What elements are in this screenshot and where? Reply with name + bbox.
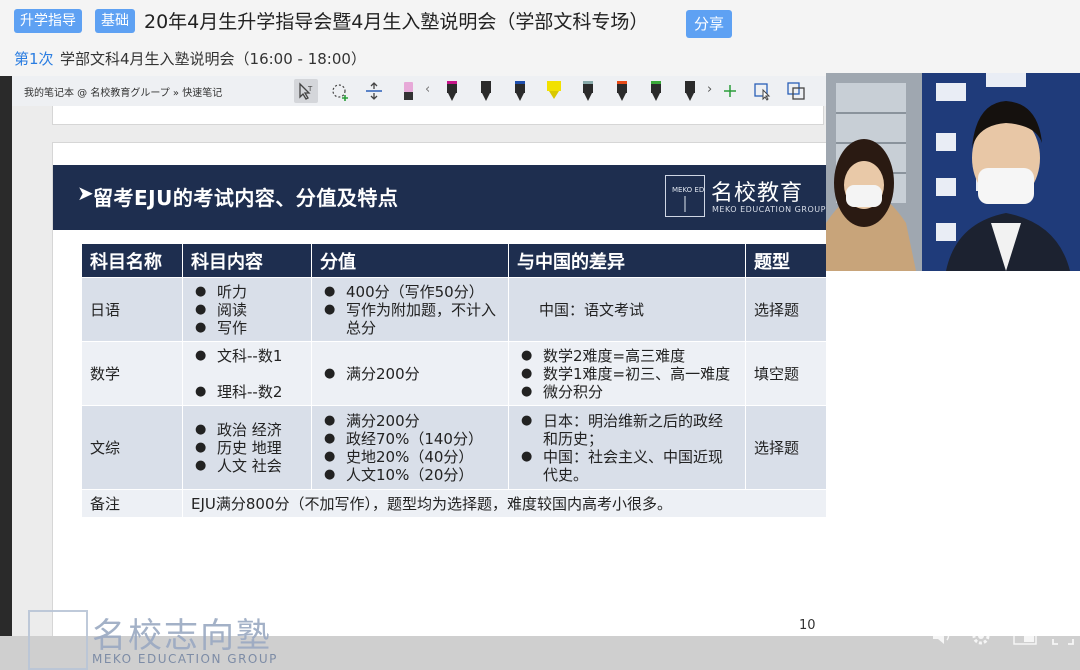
fullscreen-icon[interactable]: [1050, 625, 1076, 647]
header-content: 科目内容: [182, 243, 312, 278]
highlighter-icon[interactable]: [542, 79, 566, 103]
header-score: 分值: [311, 243, 509, 278]
header-type: 题型: [745, 243, 839, 278]
level-tag: 基础: [95, 9, 135, 33]
list-item: 数学1难度=初三、高一难度: [521, 365, 737, 383]
list-item: 中国：社会主义、中国近现代史。: [521, 448, 737, 484]
class-title: 20年4月生升学指导会暨4月生入塾说明会（学部文科专场）: [144, 11, 649, 33]
list-item: 人文 社会: [195, 457, 303, 475]
session-number: 第1次: [14, 50, 54, 68]
cell-content: 政治 经济 历史 地理 人文 社会: [182, 405, 312, 490]
cell-subject: 文综: [81, 405, 183, 490]
list-item: 政经70%（140分）: [324, 430, 500, 448]
scroll-right-chevron-icon[interactable]: ›: [707, 82, 712, 97]
list-item: 史地20%（40分）: [324, 448, 500, 466]
pen-icon[interactable]: [610, 79, 634, 103]
picture-in-picture-icon[interactable]: [1012, 625, 1038, 647]
insert-space-icon[interactable]: [362, 79, 386, 103]
pen-icon[interactable]: [474, 79, 498, 103]
list-item: 微分积分: [521, 383, 737, 401]
list-item: 400分（写作50分）: [324, 283, 500, 301]
lasso-add-icon[interactable]: [328, 79, 352, 103]
meko-logo-icon: MEKO EDU: [665, 175, 709, 217]
cell-note-text: EJU满分800分（不加写作），题型均为选择题，难度较国内高考小很多。: [182, 489, 839, 518]
watermark-logo-icon: [28, 610, 88, 670]
pen-icon[interactable]: [644, 79, 668, 103]
header-subject: 科目名称: [81, 243, 183, 278]
header-difference: 与中国的差异: [508, 243, 746, 278]
pen-icon[interactable]: [440, 79, 464, 103]
cell-content: 听力 阅读 写作: [182, 277, 312, 342]
select-tool-icon[interactable]: T: [294, 79, 318, 103]
slide-page: ➤ 留考EJU的考试内容、分值及特点 MEKO EDU 名校教育 MEKO ED…: [52, 142, 864, 638]
previous-page: [52, 106, 824, 125]
notebook-breadcrumb[interactable]: 我的笔记本 @ 名校教育グループ » 快速笔记: [24, 84, 222, 99]
cell-subject: 数学: [81, 341, 183, 406]
list-item: 政治 经济: [195, 421, 303, 439]
convert-ink-icon[interactable]: [784, 79, 808, 103]
cell-score: 满分200分: [311, 341, 509, 406]
cell-type: 选择题: [745, 405, 839, 490]
session-description: 学部文科4月生入塾说明会（16:00 - 18:00）: [60, 50, 366, 68]
table-row: 文综 政治 经济 历史 地理 人文 社会 满分200分 政经70%（140分） …: [81, 405, 839, 490]
cell-type: 填空题: [745, 341, 839, 406]
list-item: 理科--数2: [195, 383, 303, 401]
table-row: 日语 听力 阅读 写作 400分（写作50分） 写作为附加题，不计入总分 中国：…: [81, 277, 839, 342]
pen-icon[interactable]: [576, 79, 600, 103]
svg-text:T: T: [307, 85, 313, 93]
table-note-row: 备注 EJU满分800分（不加写作），题型均为选择题，难度较国内高考小很多。: [81, 489, 839, 518]
list-item: 听力: [195, 283, 303, 301]
drawing-toolbar: 我的笔记本 @ 名校教育グループ » 快速笔记 T ‹ ›: [12, 76, 830, 107]
list-item: 写作: [195, 319, 303, 337]
list-item: 阅读: [195, 301, 303, 319]
add-pen-icon[interactable]: [718, 79, 742, 103]
table-row: 数学 文科--数1 理科--数2 满分200分 数学2难度=高三难度 数学1难度…: [81, 341, 839, 406]
shape-select-icon[interactable]: [750, 79, 774, 103]
class-header: 升学指导 基础 20年4月生升学指导会暨4月生入塾说明会（学部文科专场） 分享 …: [0, 0, 1080, 77]
whiteboard-canvas[interactable]: ➤ 留考EJU的考试内容、分值及特点 MEKO EDU 名校教育 MEKO ED…: [12, 106, 864, 638]
cell-subject: 日语: [81, 277, 183, 342]
list-item: 文科--数1: [195, 347, 303, 365]
pen-icon[interactable]: [678, 79, 702, 103]
slide-banner: ➤ 留考EJU的考试内容、分值及特点 MEKO EDU 名校教育 MEKO ED…: [53, 165, 863, 230]
title-arrow-icon: ➤: [77, 181, 94, 205]
cell-content: 文科--数1 理科--数2: [182, 341, 312, 406]
share-button[interactable]: 分享: [686, 10, 732, 38]
eju-subject-table: 科目名称 科目内容 分值 与中国的差异 题型 日语 听力 阅读 写作 40: [81, 243, 839, 518]
cell-type: 选择题: [745, 277, 839, 342]
watermark-cn: 名校志向塾: [92, 616, 272, 656]
logo-en-text: MEKO EDUCATION GROUP: [712, 205, 826, 214]
page-number: 10: [799, 618, 816, 633]
slide-title: 留考EJU的考试内容、分值及特点: [93, 186, 399, 210]
cell-difference: 中国：语文考试: [508, 277, 746, 342]
table-header-row: 科目名称 科目内容 分值 与中国的差异 题型: [81, 243, 839, 278]
list-item: 人文10%（20分）: [324, 466, 500, 484]
list-item: 历史 地理: [195, 439, 303, 457]
list-item: 数学2难度=高三难度: [521, 347, 737, 365]
left-dark-strip: [0, 76, 12, 636]
list-item: 满分200分: [324, 365, 500, 383]
logo-box-text: MEKO EDU: [672, 186, 704, 194]
list-item: 日本：明治维新之后的政经和历史；: [521, 412, 737, 448]
list-item: 满分200分: [324, 412, 500, 430]
cell-difference: 数学2难度=高三难度 数学1难度=初三、高一难度 微分积分: [508, 341, 746, 406]
webcam-scene: [826, 73, 1080, 271]
volume-icon[interactable]: [930, 625, 956, 647]
scroll-left-chevron-icon[interactable]: ‹: [425, 82, 430, 97]
cell-note-label: 备注: [81, 489, 183, 518]
webcam-feed: [826, 73, 1080, 271]
settings-gear-icon[interactable]: [968, 625, 994, 647]
category-tag: 升学指导: [14, 9, 82, 33]
pen-icon[interactable]: [508, 79, 532, 103]
cell-difference: 日本：明治维新之后的政经和历史； 中国：社会主义、中国近现代史。: [508, 405, 746, 490]
logo-cn-text: 名校教育: [711, 181, 804, 206]
eraser-icon[interactable]: [396, 79, 420, 103]
cell-score: 400分（写作50分） 写作为附加题，不计入总分: [311, 277, 509, 342]
list-item: 写作为附加题，不计入总分: [324, 301, 500, 337]
watermark-en: MEKO EDUCATION GROUP: [92, 652, 278, 666]
side-panel: [826, 271, 1080, 636]
cell-score: 满分200分 政经70%（140分） 史地20%（40分） 人文10%（20分）: [311, 405, 509, 490]
